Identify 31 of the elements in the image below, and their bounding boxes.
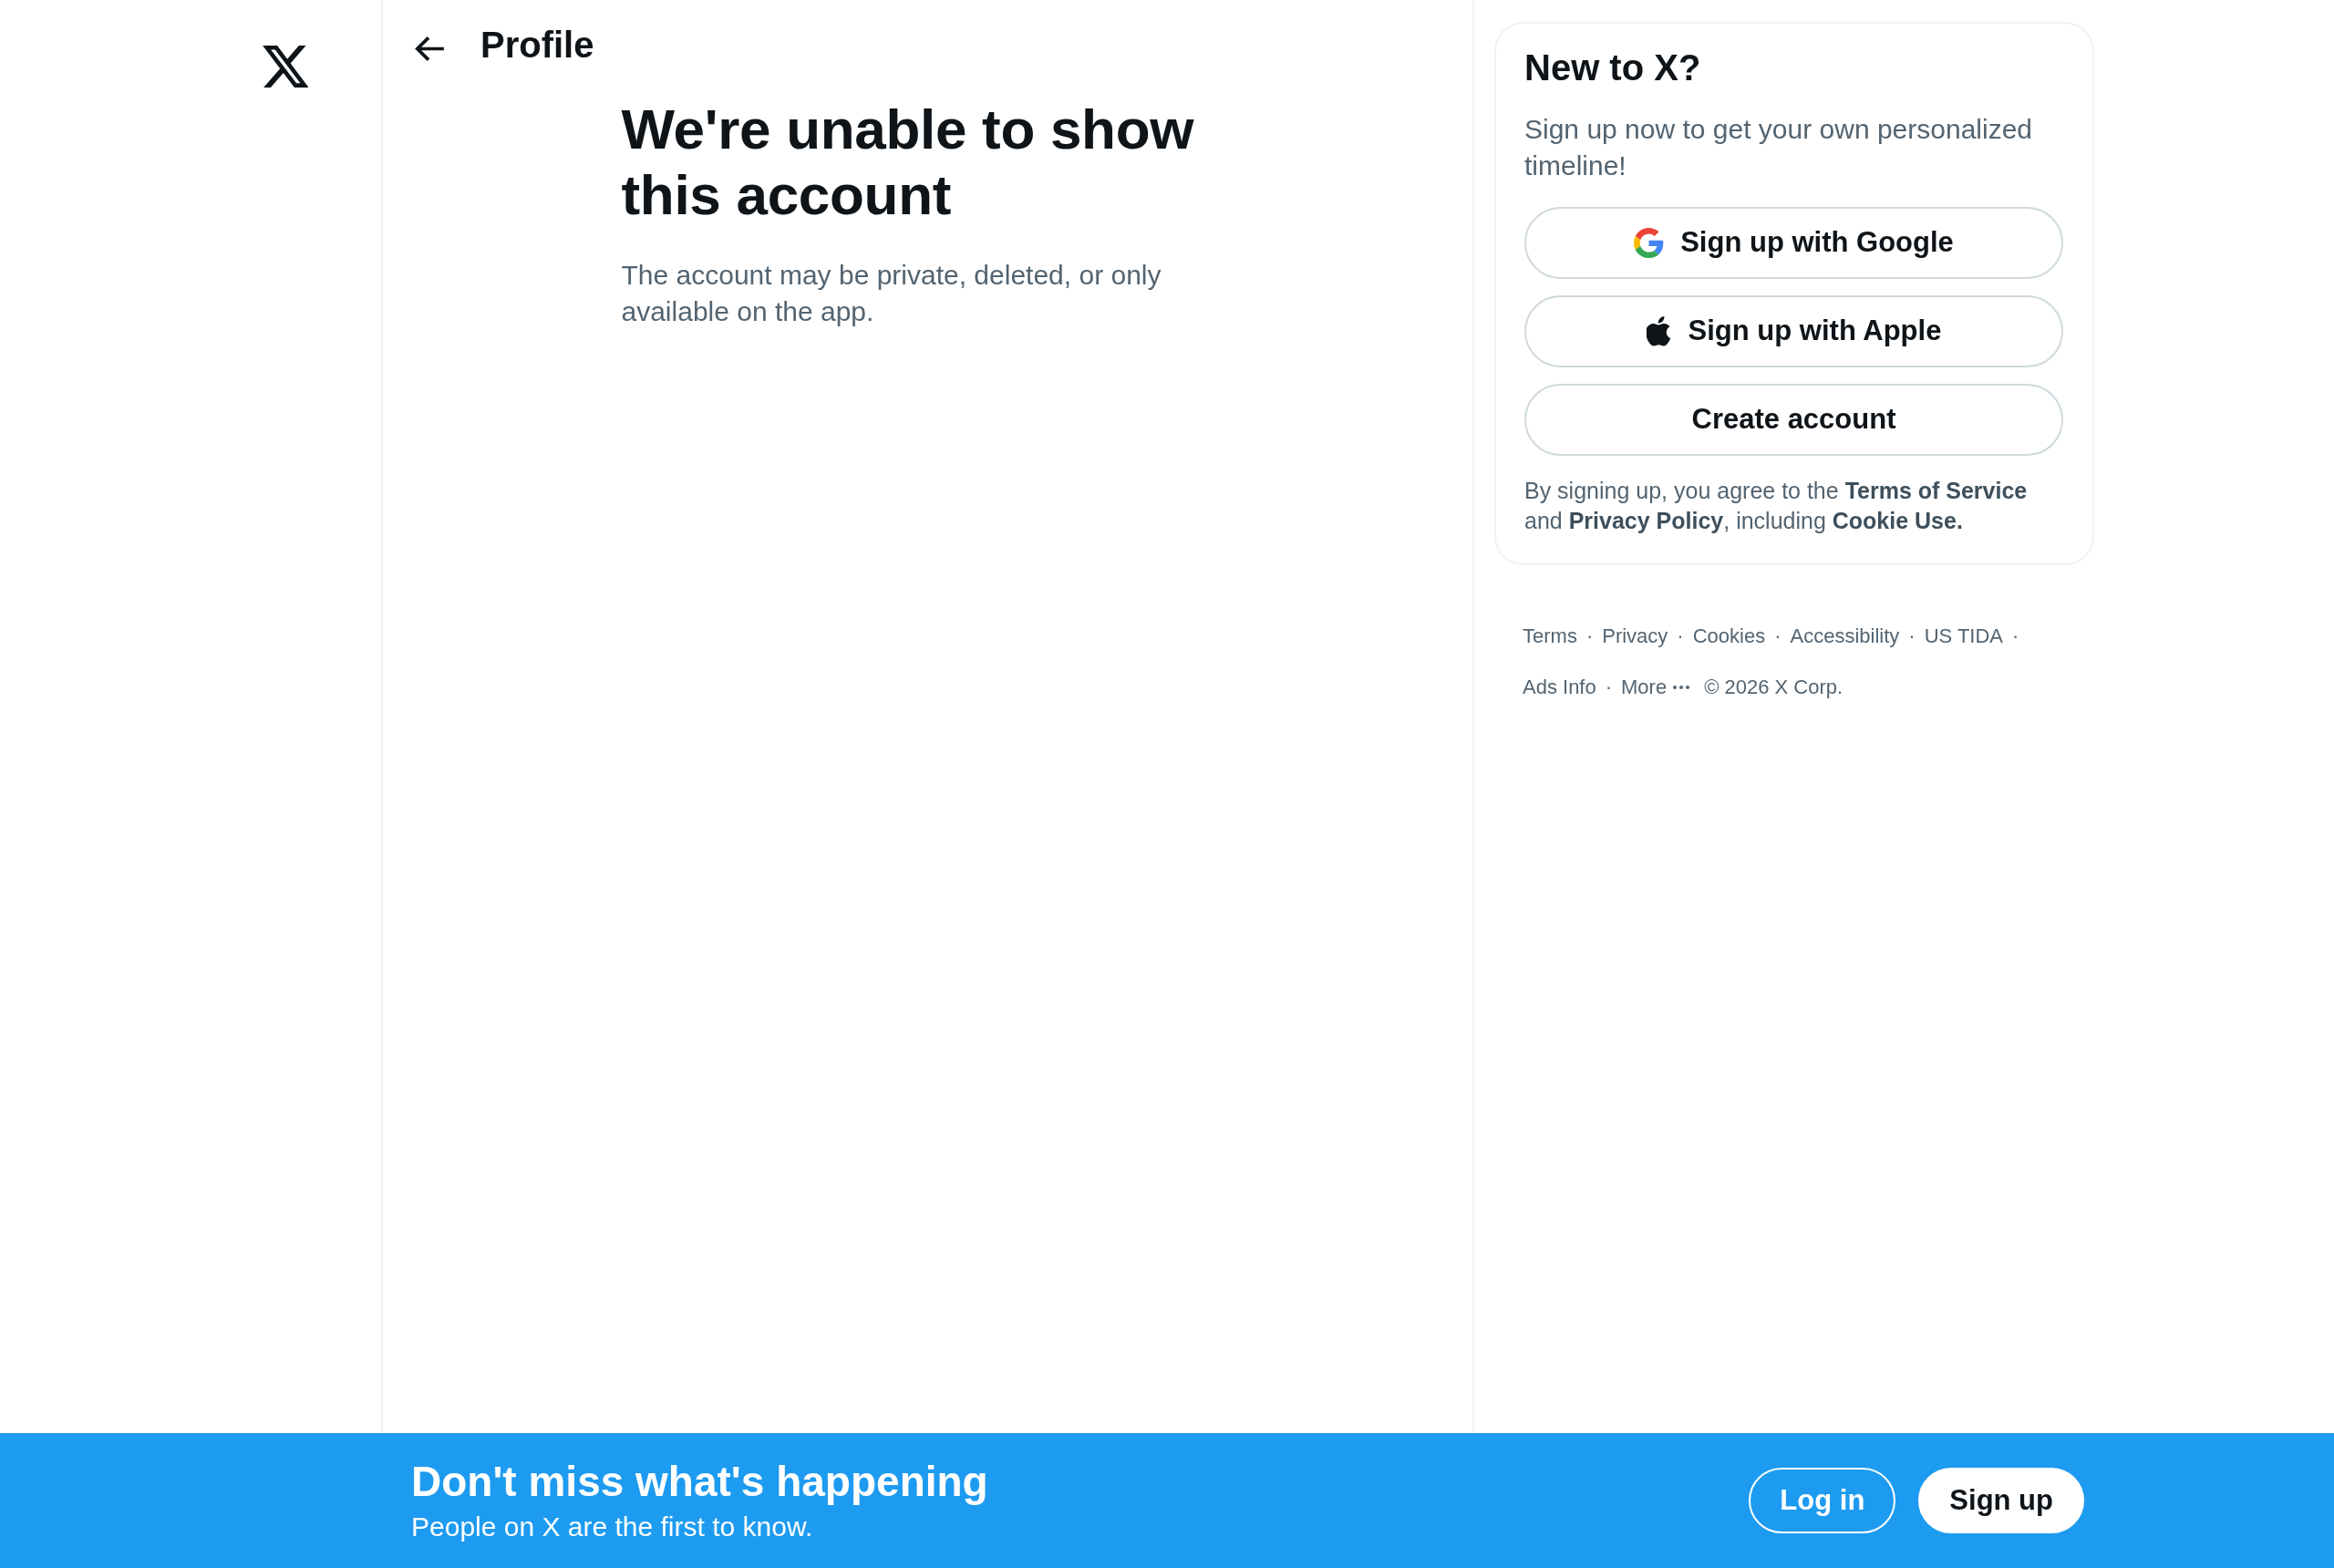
- g-logo-icon: [1634, 228, 1665, 258]
- footer-separator: ·: [1774, 624, 1781, 649]
- apple-icon: [1646, 315, 1672, 347]
- page-title: Profile: [480, 24, 594, 67]
- footer-separator: ·: [1585, 624, 1594, 649]
- more-dots-icon: [1673, 686, 1690, 689]
- footer-link[interactable]: Terms: [1523, 622, 1577, 651]
- footer-link[interactable]: US TIDA: [1924, 622, 2003, 651]
- legal-text: By signing up, you agree to the Terms of Service and Privacy Policy, including Cookie Use.: [1524, 477, 2029, 535]
- copyright-text: © 2026 X Corp.: [1704, 675, 1843, 700]
- footer-link[interactable]: Accessibility: [1790, 622, 1900, 651]
- footer-link[interactable]: Ads Info: [1523, 673, 1596, 702]
- empty-state-message: The account may be private, deleted, or only available on the app.: [621, 259, 1162, 328]
- sign-up-button[interactable]: Sign up: [1918, 1468, 2084, 1533]
- footer-separator: ·: [1605, 675, 1613, 700]
- card-title: New to X?: [1524, 46, 1702, 89]
- back-arrow-icon[interactable]: [415, 36, 444, 61]
- footer-link[interactable]: Cookies: [1692, 622, 1766, 651]
- card-subtitle: Sign up now to get your own personalized timeline!: [1524, 113, 2034, 182]
- banner-title: Don't miss what's happening: [411, 1457, 989, 1507]
- footer-separator: ·: [1908, 624, 1916, 649]
- empty-state-title: We're unable to show this account: [621, 97, 1195, 228]
- apple-sign-up-button[interactable]: Sign up with Apple: [1524, 295, 2063, 367]
- more-menu-link[interactable]: More: [1621, 673, 1690, 702]
- footer-separator: ·: [2012, 624, 2019, 649]
- footer-separator: ·: [1677, 624, 1684, 649]
- logo-icon[interactable]: [263, 46, 308, 88]
- create-account-button[interactable]: Create account: [1524, 384, 2063, 456]
- google-sign-up-button[interactable]: Sign up with Google: [1524, 207, 2063, 279]
- banner-subtitle: People on X are the first to know.: [411, 1511, 814, 1543]
- footer-link[interactable]: Privacy: [1602, 622, 1668, 651]
